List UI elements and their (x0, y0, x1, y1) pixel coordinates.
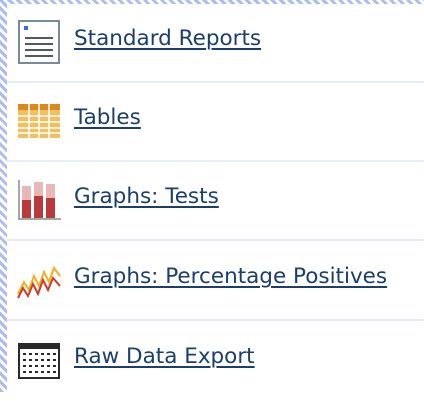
menu-item-raw-data-export[interactable]: Raw Data Export (7, 322, 424, 401)
line-chart-icon (17, 265, 61, 299)
menu-item-tables[interactable]: Tables (7, 83, 424, 162)
table-grid-icon (18, 104, 60, 138)
bar-chart-icon (18, 180, 61, 220)
tables-link[interactable]: Tables (74, 105, 141, 130)
data-export-grid-icon (18, 343, 60, 379)
report-menu-panel: Standard Reports Tables Graphs: Tests Gr… (7, 4, 424, 392)
graphs-tests-link[interactable]: Graphs: Tests (74, 184, 219, 209)
graphs-percentage-positives-link[interactable]: Graphs: Percentage Positives (74, 264, 387, 289)
standard-reports-link[interactable]: Standard Reports (74, 26, 261, 51)
menu-item-graphs-percentage-positives[interactable]: Graphs: Percentage Positives (7, 242, 424, 321)
striped-border-frame: Standard Reports Tables Graphs: Tests Gr… (0, 0, 424, 392)
menu-item-standard-reports[interactable]: Standard Reports (7, 4, 424, 83)
menu-item-graphs-tests[interactable]: Graphs: Tests (7, 162, 424, 241)
report-document-icon (18, 20, 60, 64)
raw-data-export-link[interactable]: Raw Data Export (74, 344, 255, 369)
